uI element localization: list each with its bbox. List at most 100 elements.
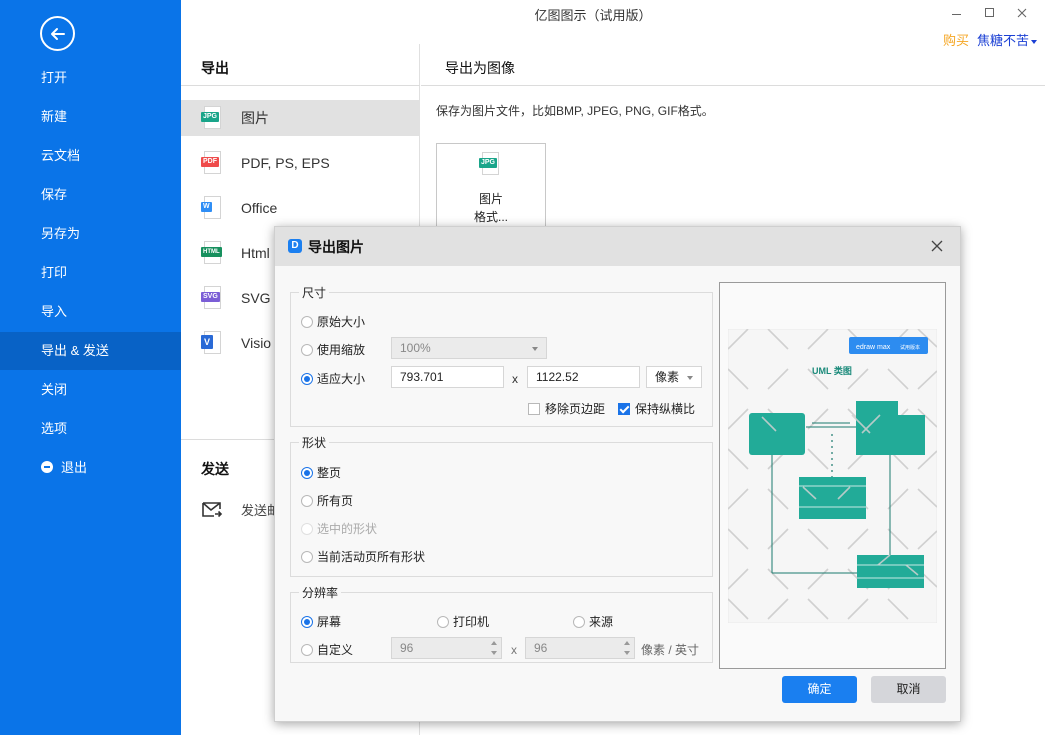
radio-button[interactable] bbox=[301, 466, 313, 479]
uml-class-box bbox=[856, 401, 898, 455]
card-label-line1: 图片 bbox=[478, 192, 503, 206]
back-button[interactable] bbox=[40, 16, 75, 51]
sidebar-item-new[interactable]: 新建 bbox=[0, 98, 181, 136]
radio-label: 来源 bbox=[589, 615, 614, 629]
radio-all-pages[interactable]: 所有页 bbox=[301, 492, 353, 509]
minimize-button[interactable] bbox=[941, 2, 971, 22]
export-item-pdf[interactable]: PDF PDF, PS, EPS bbox=[181, 145, 420, 181]
zoom-value: 100% bbox=[400, 341, 431, 355]
sidebar-item-save-as[interactable]: 另存为 bbox=[0, 215, 181, 253]
visio-file-icon: V bbox=[201, 331, 221, 355]
trial-badge-sub: 试用版本 bbox=[900, 344, 920, 351]
unit-select[interactable]: 像素 bbox=[646, 366, 702, 388]
radio-original-size[interactable]: 原始大小 bbox=[301, 313, 365, 330]
sidebar-item-exit[interactable]: 退出 bbox=[0, 449, 181, 487]
radio-whole-page[interactable]: 整页 bbox=[301, 464, 341, 481]
sidebar-item-open[interactable]: 打开 bbox=[0, 59, 181, 97]
close-icon[interactable] bbox=[928, 237, 946, 255]
dpi-y-stepper[interactable]: 96 bbox=[525, 637, 635, 659]
resolution-legend: 分辨率 bbox=[302, 586, 339, 600]
edraw-logo-icon: D bbox=[288, 239, 302, 253]
dpi-x-stepper[interactable]: 96 bbox=[391, 637, 502, 659]
dialog-header: D 导出图片 bbox=[275, 227, 960, 266]
radio-printer[interactable]: 打印机 bbox=[437, 613, 489, 630]
mail-send-icon bbox=[202, 501, 223, 517]
radio-selected-shapes: 选中的形状 bbox=[301, 520, 377, 537]
keep-ratio-checkbox[interactable]: 保持纵横比 bbox=[618, 400, 695, 417]
close-window-button[interactable] bbox=[1007, 2, 1037, 22]
export-item-label: Html bbox=[241, 245, 270, 261]
user-menu[interactable]: 焦糖不苦 bbox=[977, 33, 1037, 48]
panel-description: 保存为图片文件，比如BMP, JPEG, PNG, GIF格式。 bbox=[436, 104, 714, 118]
chevron-down-icon bbox=[532, 347, 538, 351]
remove-margin-checkbox[interactable]: 移除页边距 bbox=[528, 400, 605, 417]
radio-active-page-shapes[interactable]: 当前活动页所有形状 bbox=[301, 548, 425, 565]
pdf-file-icon: PDF bbox=[201, 151, 221, 175]
ok-button[interactable]: 确定 bbox=[782, 676, 857, 703]
sidebar-item-print[interactable]: 打印 bbox=[0, 254, 181, 292]
spin-arrows-icon[interactable] bbox=[491, 641, 497, 655]
maximize-button[interactable] bbox=[974, 2, 1004, 22]
sidebar-item-options[interactable]: 选项 bbox=[0, 410, 181, 448]
spin-arrows-icon[interactable] bbox=[624, 641, 630, 655]
diagram-title: UML 类图 bbox=[812, 365, 852, 376]
sidebar-item-label: 另存为 bbox=[41, 226, 81, 241]
radio-button[interactable] bbox=[301, 615, 313, 628]
minus-circle-icon bbox=[41, 461, 53, 473]
close-icon bbox=[1017, 8, 1027, 17]
user-area: 购买 焦糖不苦 bbox=[943, 30, 1037, 49]
radio-use-zoom[interactable]: 使用缩放 bbox=[301, 341, 365, 358]
sidebar-item-cloud[interactable]: 云文档 bbox=[0, 137, 181, 175]
sidebar-item-label: 关闭 bbox=[41, 382, 68, 397]
radio-button[interactable] bbox=[573, 615, 585, 628]
sidebar-item-export-send[interactable]: 导出 & 发送 bbox=[0, 332, 181, 370]
radio-button[interactable] bbox=[301, 372, 313, 385]
app-title: 亿图图示（试用版） bbox=[534, 8, 652, 23]
title-bar: 亿图图示（试用版） 购买 焦糖不苦 bbox=[181, 0, 1045, 48]
checkbox[interactable] bbox=[528, 402, 540, 415]
radio-button[interactable] bbox=[301, 494, 313, 507]
jpg-file-icon: JPG bbox=[201, 106, 221, 130]
radio-button[interactable] bbox=[301, 315, 313, 328]
sidebar-item-label: 打印 bbox=[41, 265, 68, 280]
radio-screen[interactable]: 屏幕 bbox=[301, 613, 341, 630]
radio-label: 整页 bbox=[317, 466, 342, 480]
export-item-label: Office bbox=[241, 200, 278, 216]
radio-button[interactable] bbox=[301, 643, 313, 656]
times-sign: x bbox=[512, 372, 518, 386]
export-item-image[interactable]: JPG 图片 bbox=[181, 100, 420, 136]
cancel-button[interactable]: 取消 bbox=[871, 676, 946, 703]
chevron-down-icon bbox=[687, 376, 693, 380]
sidebar-item-save[interactable]: 保存 bbox=[0, 176, 181, 214]
zoom-select[interactable]: 100% bbox=[391, 337, 547, 359]
preview-panel: edraw max 试用版本 UML 类图 bbox=[719, 282, 946, 669]
dpi-x-value: 96 bbox=[400, 641, 414, 655]
radio-button[interactable] bbox=[301, 550, 313, 563]
divider bbox=[181, 85, 420, 86]
dialog-title: 导出图片 bbox=[308, 239, 364, 255]
arrow-left-icon bbox=[50, 27, 65, 40]
height-input[interactable]: 1122.52 bbox=[527, 366, 640, 388]
radio-button[interactable] bbox=[437, 615, 449, 628]
card-label-line2: 格式... bbox=[473, 210, 508, 224]
buy-link[interactable]: 购买 bbox=[943, 33, 969, 48]
export-item-office[interactable]: W Office bbox=[181, 190, 420, 226]
export-section-title: 导出 bbox=[201, 60, 229, 76]
radio-label: 打印机 bbox=[453, 615, 490, 629]
user-name: 焦糖不苦 bbox=[976, 33, 1029, 48]
divider bbox=[421, 85, 1045, 86]
svg-file-icon: SVG bbox=[201, 286, 221, 310]
times-sign: x bbox=[511, 643, 517, 657]
unit-value: 像素 bbox=[655, 370, 680, 384]
checkbox[interactable] bbox=[618, 402, 630, 415]
radio-label: 屏幕 bbox=[317, 615, 342, 629]
sidebar-item-close[interactable]: 关闭 bbox=[0, 371, 181, 409]
radio-fit-size[interactable]: 适应大小 bbox=[301, 370, 365, 387]
radio-custom[interactable]: 自定义 bbox=[301, 641, 353, 658]
sidebar-item-import[interactable]: 导入 bbox=[0, 293, 181, 331]
minimize-icon bbox=[951, 14, 961, 16]
radio-source[interactable]: 来源 bbox=[573, 613, 613, 630]
radio-button[interactable] bbox=[301, 343, 313, 356]
radio-label: 原始大小 bbox=[317, 315, 366, 329]
width-input[interactable]: 793.701 bbox=[391, 366, 504, 388]
